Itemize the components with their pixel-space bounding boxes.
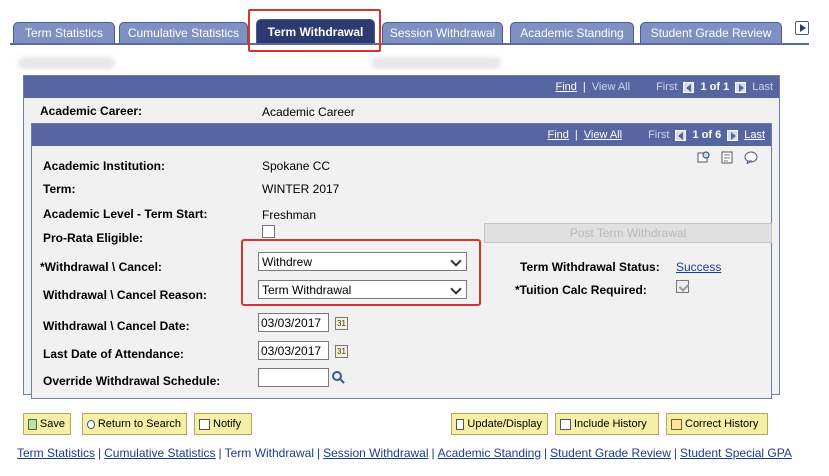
tab-student-grade-review[interactable]: Student Grade Review <box>640 22 782 43</box>
footer-link-session-withdrawal[interactable]: Session Withdrawal <box>323 446 428 460</box>
last-label: Last <box>752 81 773 93</box>
correct-history-label: Correct History <box>685 418 759 430</box>
notify-button[interactable]: Notify <box>194 413 252 435</box>
redacted-student-id <box>18 57 115 69</box>
notepad-icon[interactable] <box>720 151 734 164</box>
notify-label: Notify <box>213 418 242 430</box>
tuition-calc-label: *Tuition Calc Required: <box>515 283 647 297</box>
save-label: Save <box>39 418 65 430</box>
view-all-label: View All <box>591 81 631 93</box>
calendar-icon[interactable]: 31 <box>335 317 348 330</box>
next-arrow-icon <box>735 81 747 93</box>
save-button[interactable]: Save <box>23 413 71 435</box>
term-value: WINTER 2017 <box>262 182 340 196</box>
update-display-icon <box>456 418 465 430</box>
footer-link-term-withdrawal: Term Withdrawal <box>224 446 314 460</box>
pro-rata-label: Pro-Rata Eligible: <box>43 231 144 245</box>
withdrawal-cancel-reason-label: Withdrawal \ Cancel Reason: <box>43 288 207 302</box>
search-icon <box>87 419 95 429</box>
next-arrow-icon[interactable] <box>727 129 739 141</box>
academic-level-value: Freshman <box>262 208 317 222</box>
next-tab-arrow-icon[interactable] <box>795 21 809 35</box>
withdrawal-cancel-date-input[interactable]: 03/03/2017 <box>258 313 329 332</box>
first-label: First <box>648 129 670 141</box>
calendar-icon[interactable]: 31 <box>335 345 348 358</box>
save-icon <box>28 418 37 430</box>
separator: | <box>582 81 586 93</box>
separator: | <box>317 446 321 460</box>
tab-label: Academic Standing <box>520 26 624 40</box>
footer-link-term-statistics[interactable]: Term Statistics <box>17 446 95 460</box>
tab-term-statistics[interactable]: Term Statistics <box>13 22 115 43</box>
separator: | <box>98 446 102 460</box>
term-label: Term: <box>43 182 76 196</box>
override-withdrawal-schedule-input[interactable] <box>258 368 329 387</box>
update-display-label: Update/Display <box>467 418 542 430</box>
include-history-icon <box>560 418 571 430</box>
separator: | <box>431 446 435 460</box>
footer-link-cumulative-statistics[interactable]: Cumulative Statistics <box>104 446 215 460</box>
include-history-button[interactable]: Include History <box>555 413 659 435</box>
correct-history-button[interactable]: Correct History <box>666 413 768 435</box>
academic-career-label: Academic Career: <box>40 104 143 118</box>
prev-arrow-icon <box>683 81 695 93</box>
row-count: 1 of 6 <box>692 129 722 141</box>
include-history-label: Include History <box>574 418 647 430</box>
first-label: First <box>656 81 678 93</box>
footer-link-academic-standing[interactable]: Academic Standing <box>438 446 541 460</box>
withdrawal-cancel-label: *Withdrawal \ Cancel: <box>40 260 162 274</box>
return-to-search-label: Return to Search <box>97 418 181 430</box>
prev-arrow-icon <box>675 129 687 141</box>
return-to-search-button[interactable]: Return to Search <box>82 413 187 435</box>
withdrawal-cancel-date-label: Withdrawal \ Cancel Date: <box>43 319 190 333</box>
lookup-magnifier-icon[interactable] <box>331 370 345 384</box>
notify-icon <box>199 418 210 430</box>
academic-career-value: Academic Career <box>262 105 355 119</box>
tab-bar-divider <box>10 43 809 45</box>
inner-navbar: Find | View All First 1 of 6 Last <box>32 124 771 146</box>
term-withdrawal-status-label: Term Withdrawal Status: <box>520 260 660 274</box>
tab-session-withdrawal[interactable]: Session Withdrawal <box>382 22 503 43</box>
last-date-of-attendance-label: Last Date of Attendance: <box>43 347 184 361</box>
highlight-box-tab <box>248 9 381 52</box>
tab-label: Term Statistics <box>24 26 103 40</box>
academic-institution-value: Spokane CC <box>262 159 331 173</box>
override-withdrawal-schedule-label: Override Withdrawal Schedule: <box>43 374 221 388</box>
term-withdrawal-status-link[interactable]: Success <box>676 260 721 274</box>
footer-links: Term Statistics | Cumulative Statistics | Te… <box>17 446 792 460</box>
redacted-student-name <box>371 57 501 69</box>
footer-link-student-special-gpa[interactable]: Student Special GPA <box>680 446 792 460</box>
post-term-withdrawal-button: Post Term Withdrawal <box>484 223 772 243</box>
correct-history-icon <box>671 418 682 430</box>
separator: | <box>218 446 222 460</box>
person-search-icon[interactable] <box>697 151 711 164</box>
academic-institution-label: Academic Institution: <box>43 159 166 173</box>
separator: | <box>673 446 678 460</box>
update-display-button[interactable]: Update/Display <box>451 413 548 435</box>
academic-level-label: Academic Level - Term Start: <box>43 207 208 221</box>
separator: | <box>544 446 548 460</box>
find-link[interactable]: Find <box>547 129 568 141</box>
tuition-calc-checkbox <box>676 280 689 293</box>
pro-rata-checkbox[interactable] <box>262 225 275 238</box>
tab-label: Session Withdrawal <box>389 26 496 40</box>
tab-academic-standing[interactable]: Academic Standing <box>510 22 634 43</box>
tab-label: Cumulative Statistics <box>127 26 240 40</box>
last-date-of-attendance-input[interactable]: 03/03/2017 <box>258 341 329 360</box>
separator: | <box>574 129 578 141</box>
view-all-link[interactable]: View All <box>584 129 622 141</box>
tab-label: Student Grade Review <box>650 26 772 40</box>
comment-icon[interactable] <box>744 151 758 164</box>
footer-link-student-grade-review[interactable]: Student Grade Review <box>550 446 671 460</box>
last-link[interactable]: Last <box>744 129 765 141</box>
find-link[interactable]: Find <box>555 81 576 93</box>
tab-cumulative-statistics[interactable]: Cumulative Statistics <box>119 22 248 43</box>
highlight-box-fields <box>241 239 481 306</box>
row-count: 1 of 1 <box>700 81 730 93</box>
outer-navbar: Find | View All First 1 of 1 Last <box>24 76 779 98</box>
